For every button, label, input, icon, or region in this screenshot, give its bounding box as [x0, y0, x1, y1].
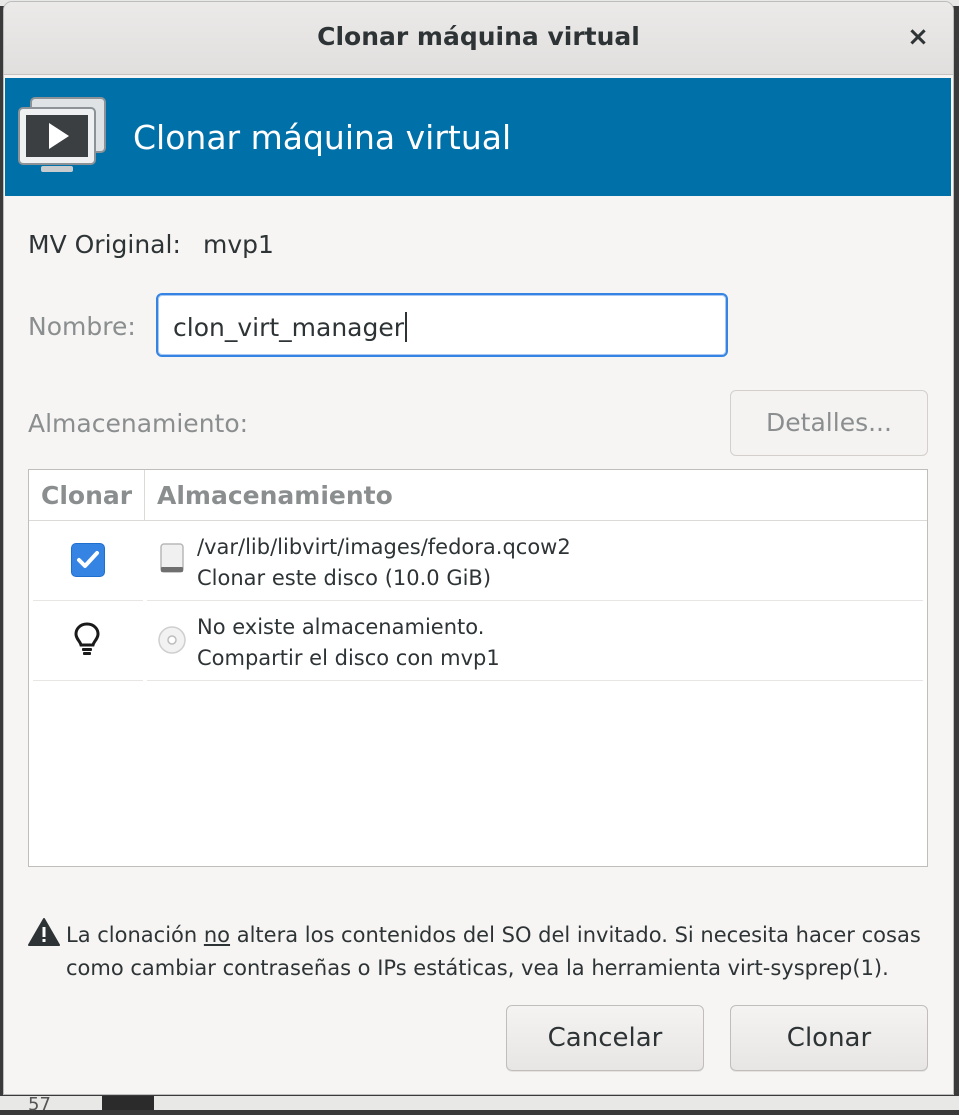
text-caret [405, 312, 408, 342]
lightbulb-icon [74, 622, 100, 655]
column-header-almacenamiento[interactable]: Almacenamiento [157, 481, 393, 510]
table-row[interactable]: /var/lib/libvirt/images/fedora.qcow2 Clo… [29, 521, 927, 601]
banner-title: Clonar máquina virtual [133, 118, 512, 157]
warning-text-line1: La clonación no altera los contenidos de… [66, 923, 921, 947]
close-button[interactable]: × [903, 22, 933, 52]
original-vm-value: mvp1 [203, 230, 274, 259]
column-separator [144, 470, 145, 520]
cdrom-icon [158, 626, 186, 654]
storage-path: /var/lib/libvirt/images/fedora.qcow2 [197, 535, 571, 559]
storage-label: Almacenamiento: [28, 409, 249, 438]
clone-vm-dialog: Clonar máquina virtual × Clonar máquina … [4, 2, 953, 1094]
name-input[interactable]: clon_virt_manager [156, 293, 728, 357]
background-number: 57 [28, 1094, 51, 1115]
cancel-button[interactable]: Cancelar [506, 1005, 704, 1071]
name-input-value[interactable]: clon_virt_manager [173, 312, 408, 342]
original-vm-label: MV Original: [28, 230, 181, 259]
warning-text-line2: como cambiar contraseñas o IPs estáticas… [66, 956, 889, 980]
hard-disk-icon [160, 543, 184, 573]
storage-action: Clonar este disco (10.0 GiB) [197, 566, 492, 590]
column-header-clonar[interactable]: Clonar [41, 481, 132, 510]
clone-button[interactable]: Clonar [730, 1005, 928, 1071]
warning-emphasis: no [203, 923, 231, 947]
table-header: Clonar Almacenamiento [29, 470, 927, 521]
background-dark-block [102, 1096, 154, 1110]
storage-table: Clonar Almacenamiento /var/lib/libvirt/i… [28, 469, 928, 867]
background-window-bottom: 57 [0, 1094, 959, 1115]
header-banner: Clonar máquina virtual [5, 78, 951, 196]
storage-status: No existe almacenamiento. [197, 615, 485, 639]
vm-console-icon [18, 97, 106, 172]
name-label: Nombre: [28, 312, 136, 341]
row-divider [33, 680, 143, 681]
details-button[interactable]: Detalles... [730, 390, 928, 456]
warning-icon [28, 918, 60, 946]
window-title: Clonar máquina virtual [317, 22, 640, 51]
clone-checkbox[interactable] [71, 543, 105, 577]
table-row[interactable]: No existe almacenamiento. Compartir el d… [29, 601, 927, 681]
storage-action: Compartir el disco con mvp1 [197, 646, 500, 670]
titlebar: Clonar máquina virtual × [4, 2, 953, 75]
row-divider [147, 680, 923, 681]
checkmark-icon [77, 551, 99, 568]
